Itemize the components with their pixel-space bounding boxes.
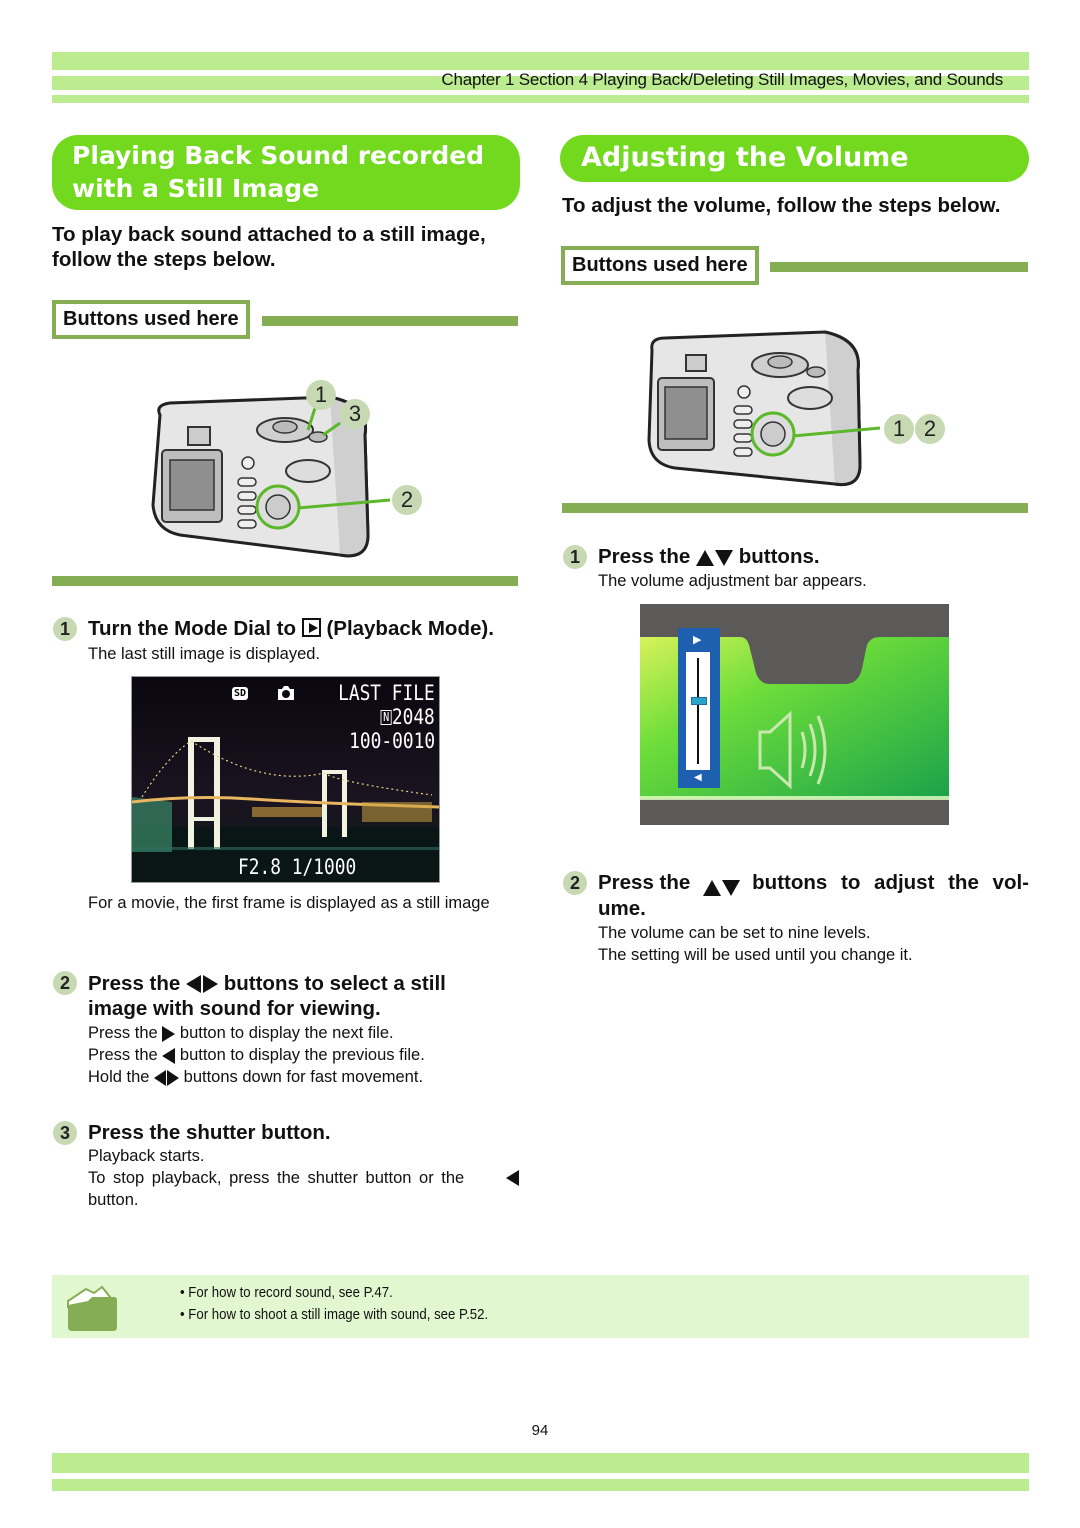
right-step-2-title-pre: Press the xyxy=(598,871,691,894)
left-arrow-icon xyxy=(506,1170,519,1186)
memo-item-2: • For how to shoot a still image with so… xyxy=(180,1306,489,1323)
step-2-line-next: Press the button to display the next fil… xyxy=(88,1022,394,1044)
right-step-2-line-1: The volume can be set to nine levels. xyxy=(598,924,871,942)
up-down-arrows-icon xyxy=(696,544,734,569)
right-intro: To adjust the volume, follow the steps b… xyxy=(562,194,1001,217)
line-pre: Press the xyxy=(88,1024,158,1042)
volume-min-icon: ◀ xyxy=(694,772,702,783)
line-post: button to display the previous file. xyxy=(179,1046,425,1064)
right-step-1-title-post: buttons. xyxy=(738,545,820,568)
resolution-value: 2048 xyxy=(392,705,435,729)
buttons-used-rule xyxy=(262,316,518,326)
right-step-2-line-2: The setting will be used until you chang… xyxy=(598,946,913,964)
step-badge-2: 2 xyxy=(53,971,77,995)
step-2-title: Press the buttons to select a still imag… xyxy=(88,970,508,1021)
page-number: 94 xyxy=(531,1422,549,1439)
step-1-desc: The last still image is displayed. xyxy=(88,645,321,663)
left-right-arrows-icon xyxy=(186,970,219,995)
right-step-1-title-pre: Press the xyxy=(598,545,691,568)
left-intro: To play back sound attached to a still i… xyxy=(52,223,486,271)
right-step-badge-1: 1 xyxy=(563,545,587,569)
last-file-label: LAST FILE xyxy=(338,681,435,705)
step-3-line-1: Playback starts. xyxy=(88,1147,205,1165)
volume-adjustment-screen: ▶ ◀ xyxy=(640,604,949,825)
footer-band-top xyxy=(52,1453,1029,1473)
step-2-line-previous: Press the button to display the previous… xyxy=(88,1044,425,1066)
buttons-used-rule-right xyxy=(770,262,1028,272)
right-step-2-title-post: buttons to adjust the vol- xyxy=(752,871,1029,894)
left-right-arrows-icon xyxy=(154,1066,180,1088)
resolution-readout: N 2048 xyxy=(380,705,435,729)
file-number: 100-0010 xyxy=(349,729,435,753)
left-separator xyxy=(52,576,518,586)
line-post: button to display the next file. xyxy=(179,1024,394,1042)
section-title-line1: Playing Back Sound recorded xyxy=(72,141,485,170)
line-post: buttons down for fast movement. xyxy=(183,1068,424,1086)
step-badge-3: 3 xyxy=(53,1121,77,1145)
line-pre: Press the xyxy=(88,1046,158,1064)
footer-band-bottom xyxy=(52,1479,1029,1491)
camera-callout-3: 3 xyxy=(340,399,370,429)
section-title-playback-sound: Playing Back Sound recorded with a Still… xyxy=(52,135,520,210)
volume-slider-track[interactable] xyxy=(686,652,710,770)
step-1-title: Turn the Mode Dial to (Playback Mode). xyxy=(88,616,494,641)
section-title-line2: with a Still Image xyxy=(72,174,320,203)
playback-mode-icon xyxy=(301,618,321,637)
right-step-1-title: Press the buttons. xyxy=(598,544,820,569)
camera-still-icon xyxy=(278,686,294,700)
memo-item-2-text: For how to shoot a still image with soun… xyxy=(188,1306,489,1323)
up-down-arrows-icon xyxy=(702,870,740,899)
right-step-badge-2: 2 xyxy=(563,871,587,895)
camera-illustration-left xyxy=(151,395,391,558)
camera-callout-2: 2 xyxy=(392,485,422,515)
exposure-readout: F2.8 1/1000 xyxy=(238,855,357,879)
right-separator xyxy=(562,503,1028,513)
step-3-line-2: To stop playback, press the shutter butt… xyxy=(88,1167,519,1189)
step-2-title-pre: Press the xyxy=(88,972,181,995)
header-band-top xyxy=(52,52,1029,70)
section-title-adjusting-volume: Adjusting the Volume xyxy=(560,135,1029,182)
header-band-bottom xyxy=(52,95,1029,103)
right-step-2-title-line2: ume. xyxy=(598,897,646,920)
step-3-title: Press the shutter button. xyxy=(88,1121,331,1144)
memo-note: • For how to record sound, see P.47. • F… xyxy=(52,1275,1029,1338)
buttons-used-label-right: Buttons used here xyxy=(561,246,759,285)
right-step-2-title: Press the buttons to adjust the vol- xyxy=(598,870,1029,899)
movie-note: For a movie, the first frame is displaye… xyxy=(88,894,490,912)
volume-max-icon: ▶ xyxy=(693,634,702,646)
playback-screen: SD LAST FILE N 2048 100-0010 F2.8 1/1000 xyxy=(131,676,440,883)
camera-callout-1: 1 xyxy=(306,380,336,410)
step-2-line-hold: Hold the buttons down for fast movement. xyxy=(88,1066,423,1088)
camera-illustration-right xyxy=(647,330,880,487)
volume-slider-thumb[interactable] xyxy=(691,697,707,706)
chapter-title: Chapter 1 Section 4 Playing Back/Deletin… xyxy=(441,70,1003,89)
sd-card-icon: SD xyxy=(232,687,249,700)
folder-memo-icon xyxy=(67,1285,117,1331)
memo-item-1-text: For how to record sound, see P.47. xyxy=(188,1284,393,1301)
step-1-title-pre: Turn the Mode Dial to xyxy=(88,617,297,640)
right-step-1-desc: The volume adjustment bar appears. xyxy=(598,572,867,590)
quality-normal-icon: N xyxy=(380,710,393,725)
left-arrow-icon xyxy=(162,1047,176,1064)
buttons-used-label: Buttons used here xyxy=(52,300,250,339)
right-arrow-icon xyxy=(162,1025,176,1042)
camera-callout-2-right: 2 xyxy=(915,414,945,444)
memo-item-1: • For how to record sound, see P.47. xyxy=(180,1284,393,1301)
volume-slider-panel: ▶ ◀ xyxy=(678,628,720,788)
step-badge-1: 1 xyxy=(53,617,77,641)
camera-callout-1-right: 1 xyxy=(884,414,914,444)
line-pre: Hold the xyxy=(88,1068,150,1086)
step-1-title-post: (Playback Mode). xyxy=(326,617,494,640)
step-3-line-2-text: To stop playback, press the shutter butt… xyxy=(88,1169,465,1187)
step-3-line-3: button. xyxy=(88,1191,139,1209)
